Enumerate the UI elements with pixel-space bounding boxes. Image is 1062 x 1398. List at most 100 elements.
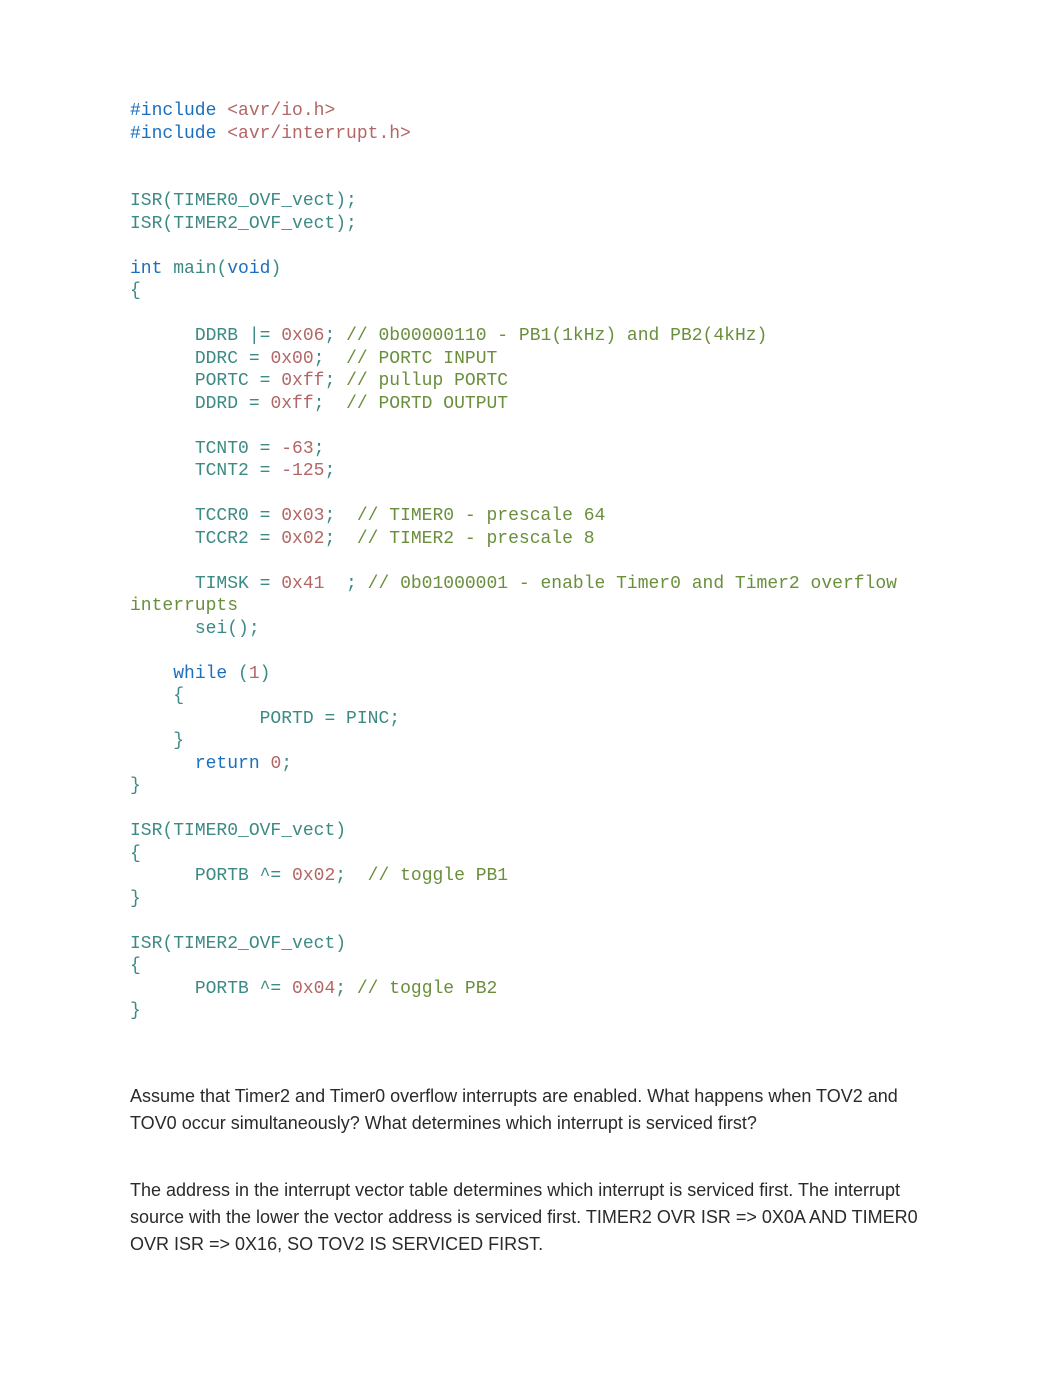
brace-close: } [173,731,184,751]
brace-close: } [130,776,141,796]
isr-vector: TIMER0_OVF_vect [173,191,335,211]
hex-literal: 0x02 [292,866,335,886]
semi: ; [335,979,346,999]
paren: ) [335,934,346,954]
paren: ( [216,259,227,279]
return-keyword: return [195,754,260,774]
number-literal: 1 [249,664,260,684]
function-name: main [173,259,216,279]
paren: ( [162,214,173,234]
while-keyword: while [173,664,227,684]
brace-open: { [130,844,141,864]
hex-literal: 0x02 [281,529,324,549]
isr-vector: TIMER2_OVF_vect [173,934,335,954]
operator: = [249,461,281,481]
operator: = [238,349,270,369]
semi: ; [324,506,335,526]
register: TCNT2 [195,461,249,481]
operator: = [249,439,281,459]
paren-semi: ); [335,214,357,234]
comment-continuation: interrupts [130,596,238,616]
isr-vector: TIMER2_OVF_vect [173,214,335,234]
comment: // 0b00000110 - PB1(1kHz) and PB2(4kHz) [335,326,767,346]
isr-macro: ISR [130,191,162,211]
space [162,259,173,279]
paren: ) [335,821,346,841]
include-directive: #include [130,124,216,144]
type-keyword: int [130,259,162,279]
question-text: Assume that Timer2 and Timer0 overflow i… [130,1083,932,1137]
semi: ; [389,709,400,729]
paren: ( [162,191,173,211]
comment: // TIMER2 - prescale 8 [335,529,594,549]
number-literal: -63 [281,439,313,459]
paren-semi: (); [227,619,259,639]
brace-open: { [173,686,184,706]
register: TCCR0 [195,506,249,526]
hex-literal: 0x03 [281,506,324,526]
comment: // PORTD OUTPUT [324,394,508,414]
code-block: #include <avr/io.h> #include <avr/interr… [130,100,932,1023]
register: PORTB [195,866,249,886]
comment: // 0b01000001 - enable Timer0 and Timer2… [357,574,908,594]
hex-literal: 0x06 [281,326,324,346]
number-literal: -125 [281,461,324,481]
number-literal: 0 [270,754,281,774]
hex-literal: 0xff [270,394,313,414]
operator: = [238,394,270,414]
register: PORTD [260,709,314,729]
brace-close: } [130,889,141,909]
comment: // TIMER0 - prescale 64 [335,506,605,526]
paren: ( [162,934,173,954]
register: DDRC [195,349,238,369]
isr-macro: ISR [130,821,162,841]
hex-literal: 0x04 [292,979,335,999]
operator: ^= [249,866,292,886]
operator: ^= [249,979,292,999]
semi: ; [324,574,356,594]
paren: ) [260,664,271,684]
semi: ; [314,439,325,459]
brace-open: { [130,281,141,301]
operator: = [314,709,346,729]
semi: ; [324,326,335,346]
register: DDRB [195,326,238,346]
semi: ; [281,754,292,774]
comment: // pullup PORTC [335,371,508,391]
register: TCNT0 [195,439,249,459]
void-keyword: void [227,259,270,279]
hex-literal: 0xff [281,371,324,391]
paren-semi: ); [335,191,357,211]
include-directive: #include [130,101,216,121]
answer-text: The address in the interrupt vector tabl… [130,1177,932,1258]
operator: = [249,371,281,391]
operator: = [249,574,281,594]
paren: ) [270,259,281,279]
hex-literal: 0x00 [270,349,313,369]
include-header: <avr/io.h> [216,101,335,121]
register: TCCR2 [195,529,249,549]
semi: ; [335,866,346,886]
register: PORTB [195,979,249,999]
hex-literal: 0x41 [281,574,324,594]
operator: |= [238,326,281,346]
space [260,754,271,774]
semi: ; [324,529,335,549]
semi: ; [314,394,325,414]
comment: // PORTC INPUT [324,349,497,369]
document-page: #include <avr/io.h> #include <avr/interr… [0,0,1062,1398]
isr-vector: TIMER0_OVF_vect [173,821,335,841]
semi: ; [324,371,335,391]
semi: ; [314,349,325,369]
isr-macro: ISR [130,214,162,234]
paren: ( [162,821,173,841]
semi: ; [324,461,335,481]
register: DDRD [195,394,238,414]
comment: // toggle PB1 [346,866,508,886]
register: PORTC [195,371,249,391]
isr-macro: ISR [130,934,162,954]
function-call: sei [195,619,227,639]
register: TIMSK [195,574,249,594]
register: PINC [346,709,389,729]
brace-close: } [130,1001,141,1021]
